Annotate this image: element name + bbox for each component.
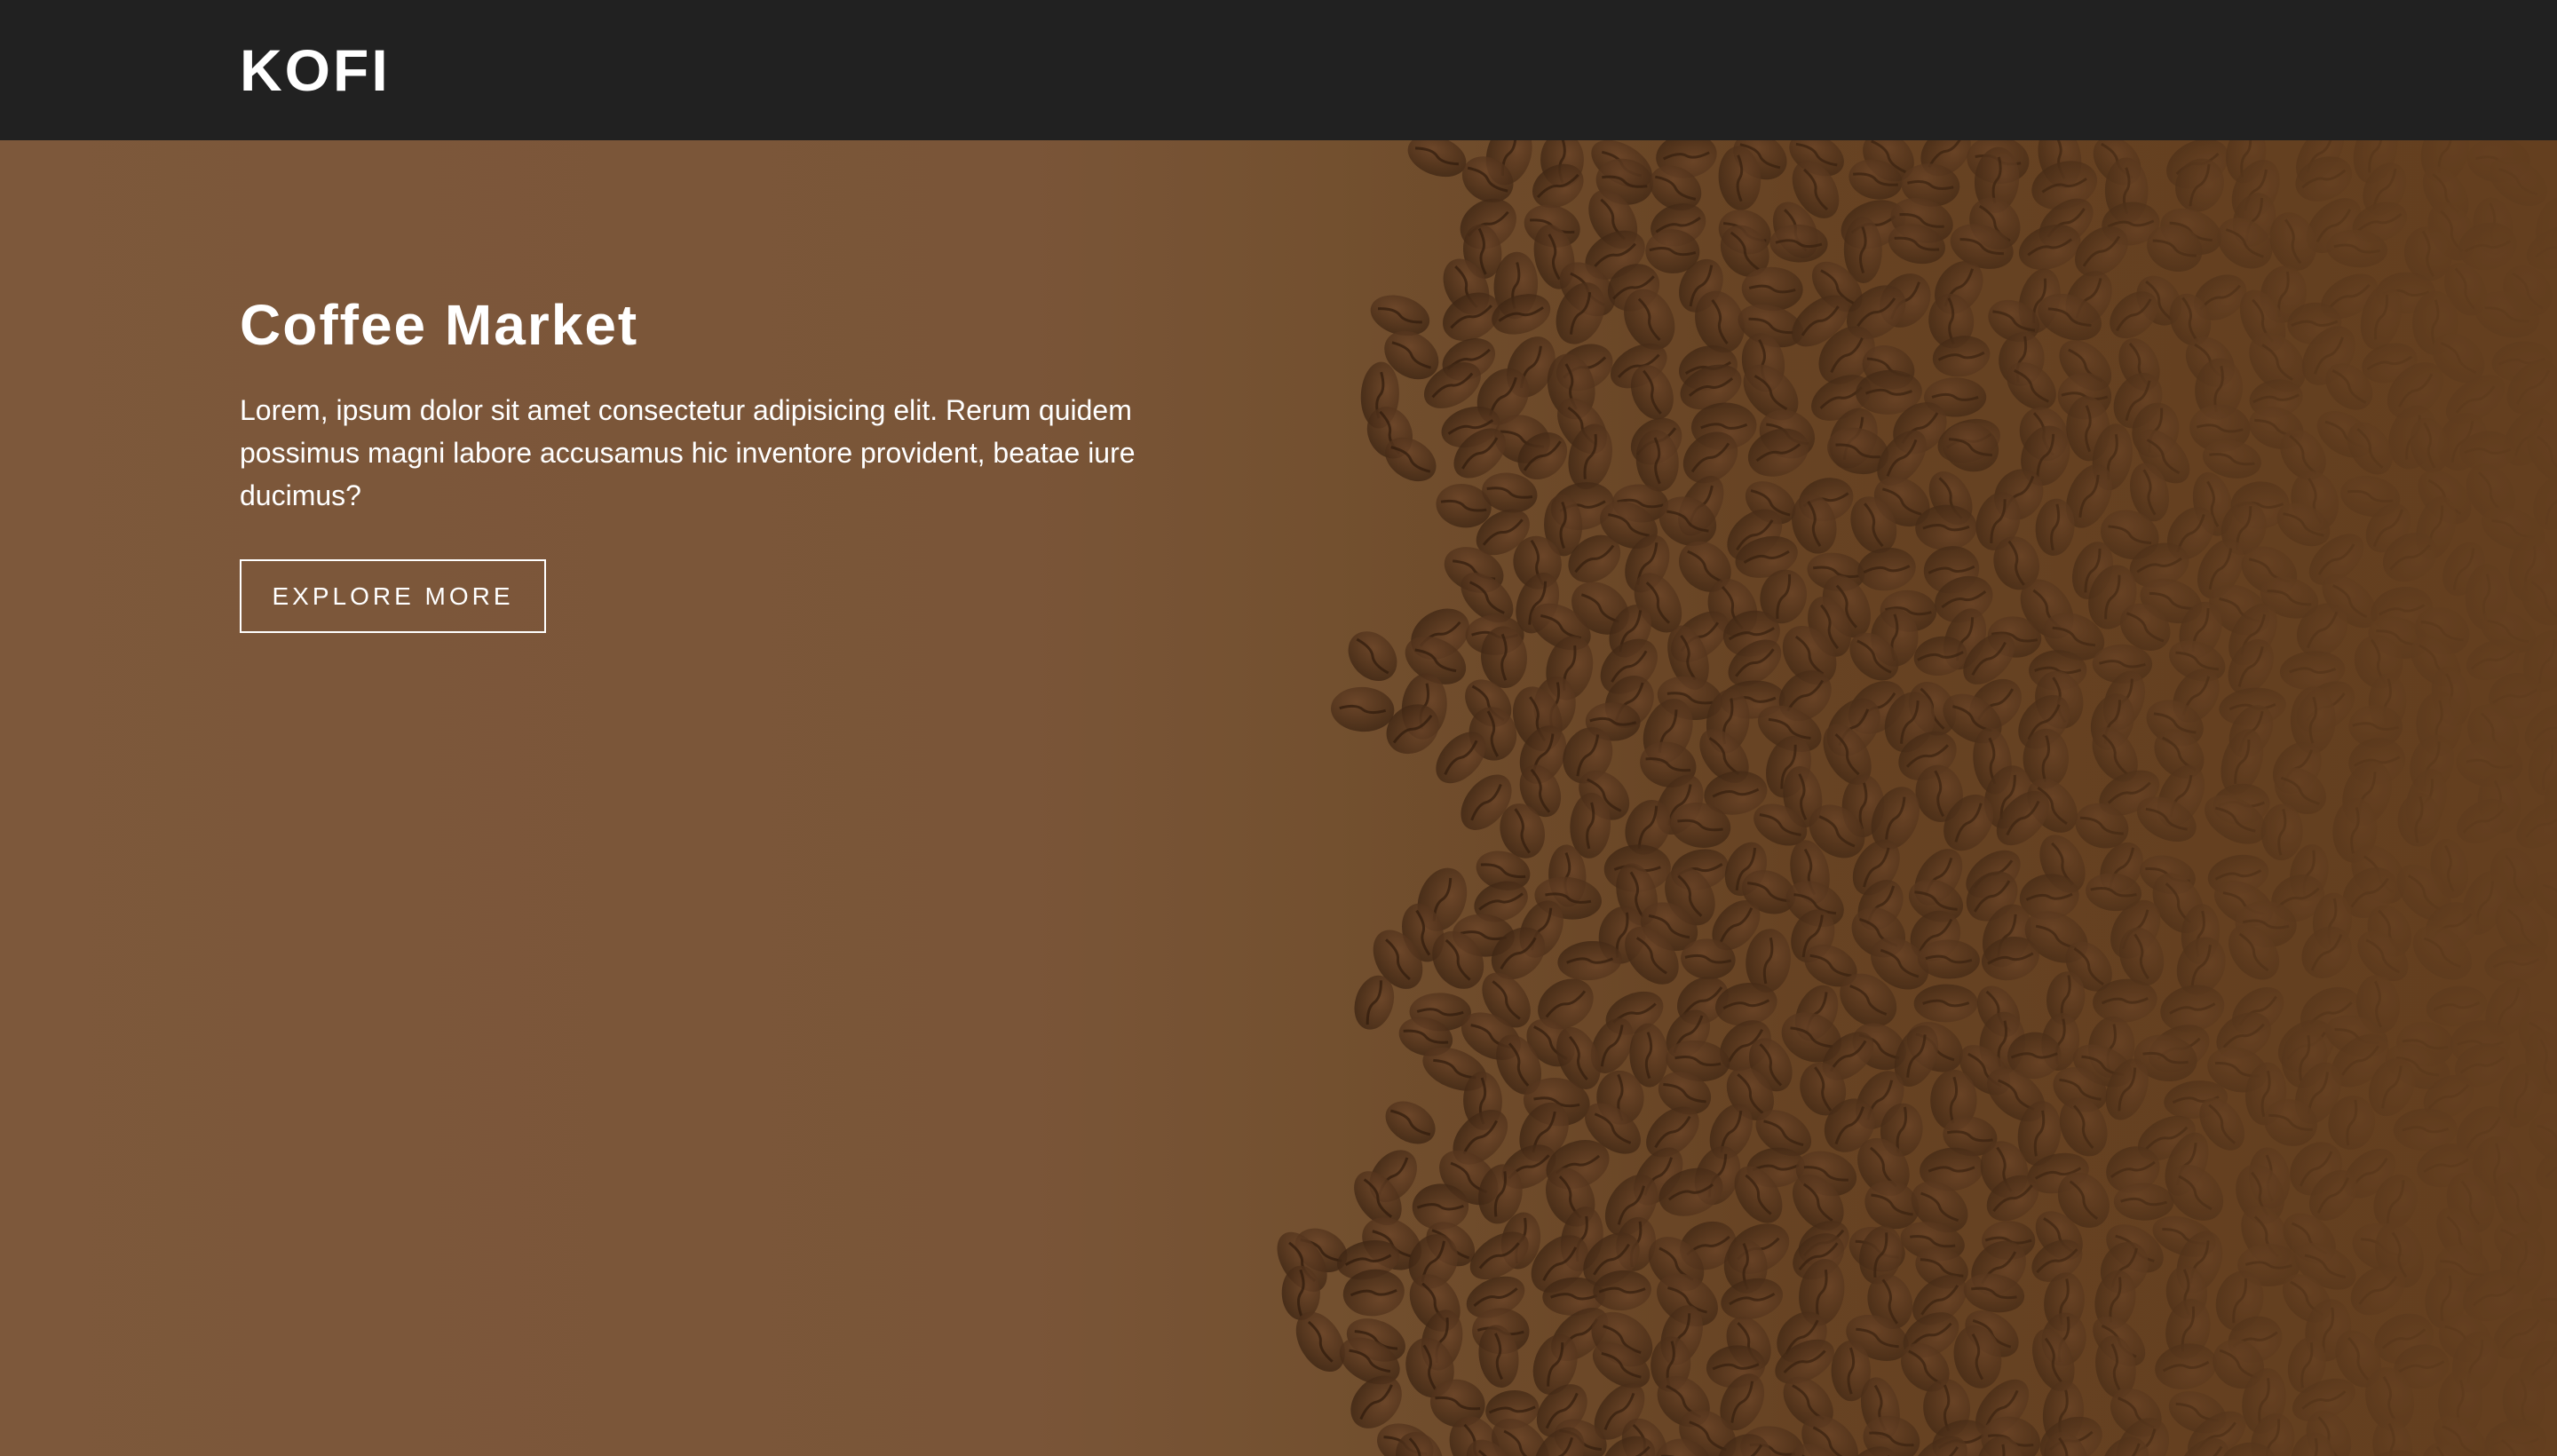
hero-description: Lorem, ipsum dolor sit amet consectetur … [240,394,1136,511]
hero-section: Coffee Market Lorem, ipsum dolor sit ame… [0,140,2557,1456]
brand-logo[interactable]: KOFI [240,37,391,103]
explore-more-button[interactable]: EXPLORE MORE [240,559,546,633]
hero-title: Coffee Market [240,293,639,357]
navbar: KOFI [0,0,2557,140]
